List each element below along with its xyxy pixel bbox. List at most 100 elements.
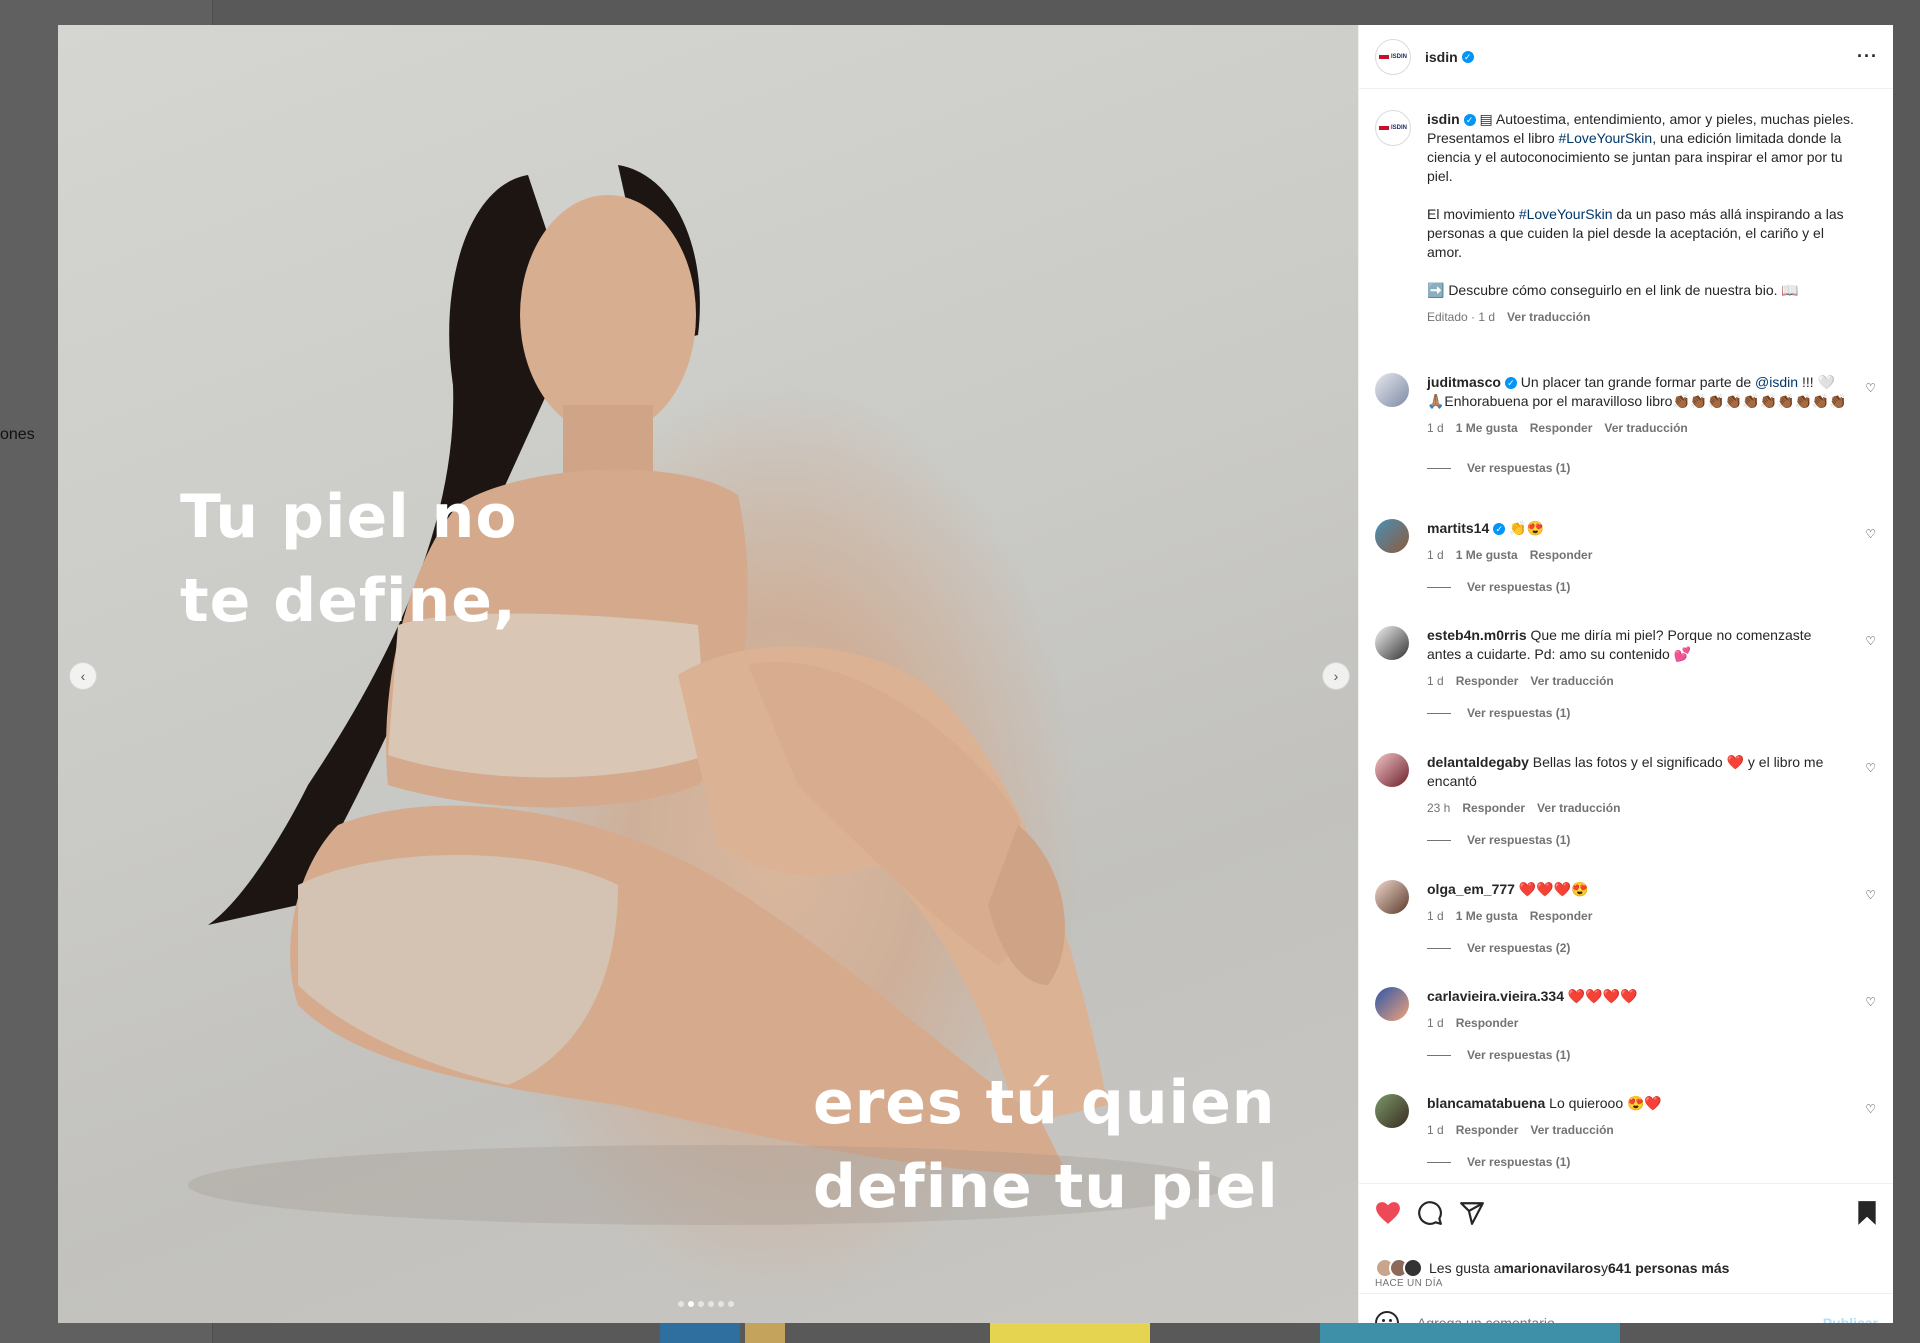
commenter-avatar[interactable] — [1375, 753, 1409, 787]
comment-time: 1 d — [1427, 909, 1444, 923]
comment-username[interactable]: delantaldegaby — [1427, 754, 1529, 770]
comment-text: Lo quierooo 😍❤️ — [1545, 1095, 1662, 1111]
divider-line — [1427, 712, 1451, 714]
post-side-panel: ISDIN isdin ✓ ··· ISDIN isdin ✓ ▤ Autoest… — [1358, 25, 1893, 1323]
carousel-dot — [728, 1301, 734, 1307]
heart-icon[interactable] — [1375, 1201, 1401, 1225]
publish-button[interactable]: Publicar — [1823, 1315, 1878, 1323]
commenter-avatar[interactable] — [1375, 626, 1409, 660]
comment-likes[interactable]: 1 Me gusta — [1456, 907, 1518, 926]
view-replies-button[interactable]: Ver respuestas (1) — [1427, 833, 1570, 847]
verified-icon: ✓ — [1504, 377, 1517, 390]
comment-text: 👏😍 — [1505, 520, 1545, 536]
caption-avatar[interactable]: ISDIN — [1375, 110, 1411, 146]
comment-heart-icon[interactable]: ♡ — [1865, 527, 1876, 541]
comment-time: 1 d — [1427, 421, 1444, 435]
carousel-dots — [678, 1301, 734, 1307]
comment-item: esteb4n.m0rris Que me diría mi piel? Por… — [1375, 626, 1880, 726]
comment-heart-icon[interactable]: ♡ — [1865, 634, 1876, 648]
brand-mark-icon — [1378, 126, 1389, 130]
view-replies-button[interactable]: Ver respuestas (1) — [1427, 580, 1570, 594]
translate-link[interactable]: Ver traducción — [1537, 799, 1620, 818]
carousel-prev-button[interactable]: ‹ — [69, 662, 97, 690]
share-icon[interactable] — [1459, 1200, 1485, 1226]
reply-button[interactable]: Responder — [1530, 546, 1593, 565]
comment-heart-icon[interactable]: ♡ — [1865, 888, 1876, 902]
post-time: HACE UN DÍA — [1375, 1278, 1443, 1289]
comment-likes[interactable]: 1 Me gusta — [1456, 546, 1518, 565]
carousel-next-button[interactable]: › — [1322, 662, 1350, 690]
comment-username[interactable]: esteb4n.m0rris — [1427, 627, 1527, 643]
comment-username[interactable]: olga_em_777 — [1427, 881, 1515, 897]
reply-button[interactable]: Responder — [1462, 799, 1525, 818]
verified-icon: ✓ — [1463, 114, 1476, 127]
emoji-icon[interactable] — [1375, 1311, 1399, 1323]
comment-username[interactable]: carlavieira.vieira.334 — [1427, 988, 1564, 1004]
comment-heart-icon[interactable]: ♡ — [1865, 995, 1876, 1009]
comment-time: 1 d — [1427, 1016, 1444, 1030]
hashtag-link[interactable]: #LoveYourSkin — [1519, 206, 1613, 222]
brand-mark-icon — [1378, 54, 1389, 59]
likers-avatars — [1375, 1258, 1423, 1278]
caption: ISDIN isdin ✓ ▤ Autoestima, entendimiento… — [1375, 110, 1880, 340]
bookmark-icon[interactable] — [1856, 1200, 1878, 1226]
reply-button[interactable]: Responder — [1456, 672, 1519, 691]
likes-mid: y — [1601, 1260, 1608, 1276]
comment-item: juditmasco ✓ Un placer tan grande formar … — [1375, 373, 1880, 483]
background-thumbnail — [990, 1323, 1150, 1343]
comment-likes[interactable]: 1 Me gusta — [1456, 419, 1518, 438]
translate-link[interactable]: Ver traducción — [1604, 419, 1687, 438]
likes-count[interactable]: 641 personas más — [1608, 1260, 1729, 1276]
carousel-dot-active — [688, 1301, 694, 1307]
view-replies-button[interactable]: Ver respuestas (1) — [1427, 1048, 1570, 1062]
reply-button[interactable]: Responder — [1530, 907, 1593, 926]
author-avatar[interactable]: ISDIN — [1375, 38, 1411, 75]
comment-heart-icon[interactable]: ♡ — [1865, 761, 1876, 775]
view-replies-button[interactable]: Ver respuestas (1) — [1427, 461, 1570, 475]
commenter-avatar[interactable] — [1375, 519, 1409, 553]
comment-icon[interactable] — [1417, 1200, 1443, 1226]
carousel-dot — [718, 1301, 724, 1307]
caption-text: El movimiento — [1427, 206, 1519, 222]
comment-username[interactable]: juditmasco — [1427, 374, 1501, 390]
commenter-avatar[interactable] — [1375, 373, 1409, 407]
caption-username[interactable]: isdin — [1427, 111, 1460, 127]
more-icon[interactable]: ··· — [1857, 46, 1878, 67]
reply-button[interactable]: Responder — [1456, 1121, 1519, 1140]
comment-heart-icon[interactable]: ♡ — [1865, 1102, 1876, 1116]
reply-button[interactable]: Responder — [1456, 1014, 1519, 1033]
hashtag-link[interactable]: #LoveYourSkin — [1559, 130, 1653, 146]
slide-headline-2: eres tú quien define tu piel — [813, 1068, 1279, 1222]
translate-link[interactable]: Ver traducción — [1530, 672, 1613, 691]
comment-heart-icon[interactable]: ♡ — [1865, 381, 1876, 395]
likes-summary: Les gusta a marionavilaros y 641 persona… — [1375, 1258, 1729, 1278]
reply-button[interactable]: Responder — [1530, 419, 1593, 438]
verified-icon: ✓ — [1493, 523, 1506, 536]
comment-username[interactable]: martits14 — [1427, 520, 1489, 536]
background-thumbnail — [745, 1323, 785, 1343]
author-username[interactable]: isdin — [1425, 49, 1458, 65]
comment-username[interactable]: blancamatabuena — [1427, 1095, 1545, 1111]
comment-item: olga_em_777 ❤️❤️❤️😍 1 d 1 Me gusta Respond… — [1375, 880, 1880, 960]
caption-edited: Editado · 1 d — [1427, 310, 1496, 324]
comment-time: 1 d — [1427, 674, 1444, 688]
translate-link[interactable]: Ver traducción — [1507, 308, 1590, 327]
liker-username[interactable]: marionavilaros — [1501, 1260, 1601, 1276]
commenter-avatar[interactable] — [1375, 1094, 1409, 1128]
comment-time: 1 d — [1427, 1123, 1444, 1137]
comment-input[interactable] — [1415, 1314, 1823, 1323]
commenter-avatar[interactable] — [1375, 987, 1409, 1021]
carousel-dot — [678, 1301, 684, 1307]
post-header: ISDIN isdin ✓ ··· — [1359, 25, 1893, 89]
comment-text: ❤️❤️❤️❤️ — [1564, 988, 1638, 1004]
mention-link[interactable]: @isdin — [1755, 374, 1798, 390]
view-replies-button[interactable]: Ver respuestas (1) — [1427, 706, 1570, 720]
comment-item: martits14 ✓ 👏😍 1 d 1 Me gusta Responder ♡ V… — [1375, 519, 1880, 599]
view-replies-button[interactable]: Ver respuestas (1) — [1427, 1155, 1570, 1169]
comments-scroll[interactable]: ISDIN isdin ✓ ▤ Autoestima, entendimiento… — [1359, 90, 1893, 1183]
comment-composer: Publicar — [1359, 1293, 1893, 1323]
carousel-dot — [698, 1301, 704, 1307]
translate-link[interactable]: Ver traducción — [1530, 1121, 1613, 1140]
commenter-avatar[interactable] — [1375, 880, 1409, 914]
view-replies-button[interactable]: Ver respuestas (2) — [1427, 941, 1570, 955]
